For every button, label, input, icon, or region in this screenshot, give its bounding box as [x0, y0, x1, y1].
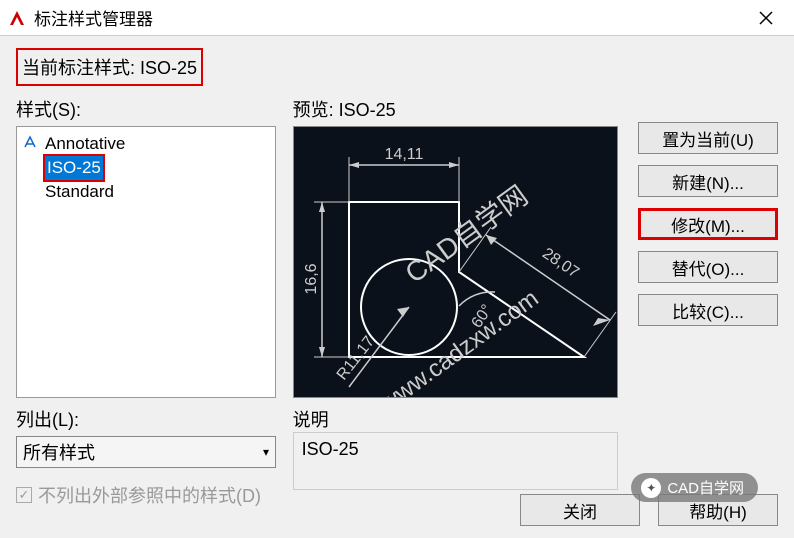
dim-radius: R11,17 — [333, 333, 377, 383]
window-title: 标注样式管理器 — [34, 5, 746, 30]
styles-listbox[interactable]: Annotative ISO-25 Standard — [16, 126, 276, 398]
list-item[interactable]: ISO-25 — [23, 156, 269, 180]
close-button[interactable] — [746, 0, 786, 36]
compare-button[interactable]: 比较(C)... — [638, 294, 778, 326]
preview-box: 14,11 16,6 R11,17 60° — [293, 126, 618, 398]
checkbox[interactable]: ✓ — [16, 487, 32, 503]
dialog-content: 当前标注样式: ISO-25 样式(S): Annotative ISO-25 … — [0, 36, 794, 520]
titlebar: 标注样式管理器 — [0, 0, 794, 36]
new-button[interactable]: 新建(N)... — [638, 165, 778, 197]
dropdown-value: 所有样式 — [23, 439, 95, 465]
annotative-icon — [23, 132, 39, 156]
list-item[interactable]: Standard — [23, 180, 269, 204]
list-item[interactable]: Annotative — [23, 132, 269, 156]
preview-watermark: CAD自学网 — [399, 180, 533, 289]
watermark-text: CAD自学网 — [667, 477, 744, 498]
dim-left: 16,6 — [303, 263, 320, 294]
modify-button[interactable]: 修改(M)... — [638, 208, 778, 240]
checkbox-label: 不列出外部参照中的样式(D) — [38, 482, 261, 508]
list-item-label: Standard — [43, 180, 116, 204]
description-label: 说明 — [293, 406, 626, 432]
wechat-icon: ✦ — [641, 478, 661, 498]
description-value: ISO-25 — [302, 439, 359, 459]
preview-watermark-url: www.cadzxw.com — [374, 285, 543, 398]
set-current-button[interactable]: 置为当前(U) — [638, 122, 778, 154]
list-item-label: ISO-25 — [43, 154, 105, 182]
list-item-label: Annotative — [43, 132, 127, 156]
close-dialog-button[interactable]: 关闭 — [520, 494, 640, 526]
app-icon — [8, 9, 26, 27]
styles-label: 样式(S): — [16, 96, 293, 122]
close-icon — [759, 11, 773, 25]
override-button[interactable]: 替代(O)... — [638, 251, 778, 283]
description-box: ISO-25 — [293, 432, 618, 490]
dim-top: 14,11 — [384, 146, 423, 163]
page-watermark: ✦ CAD自学网 — [631, 473, 758, 502]
list-out-dropdown[interactable]: 所有样式 ▾ — [16, 436, 276, 468]
preview-label: 预览: ISO-25 — [293, 96, 626, 122]
external-ref-checkbox-row: ✓ 不列出外部参照中的样式(D) — [16, 482, 293, 508]
current-style-label: 当前标注样式: ISO-25 — [16, 48, 203, 86]
chevron-down-icon: ▾ — [263, 445, 269, 459]
list-out-label: 列出(L): — [16, 406, 293, 432]
